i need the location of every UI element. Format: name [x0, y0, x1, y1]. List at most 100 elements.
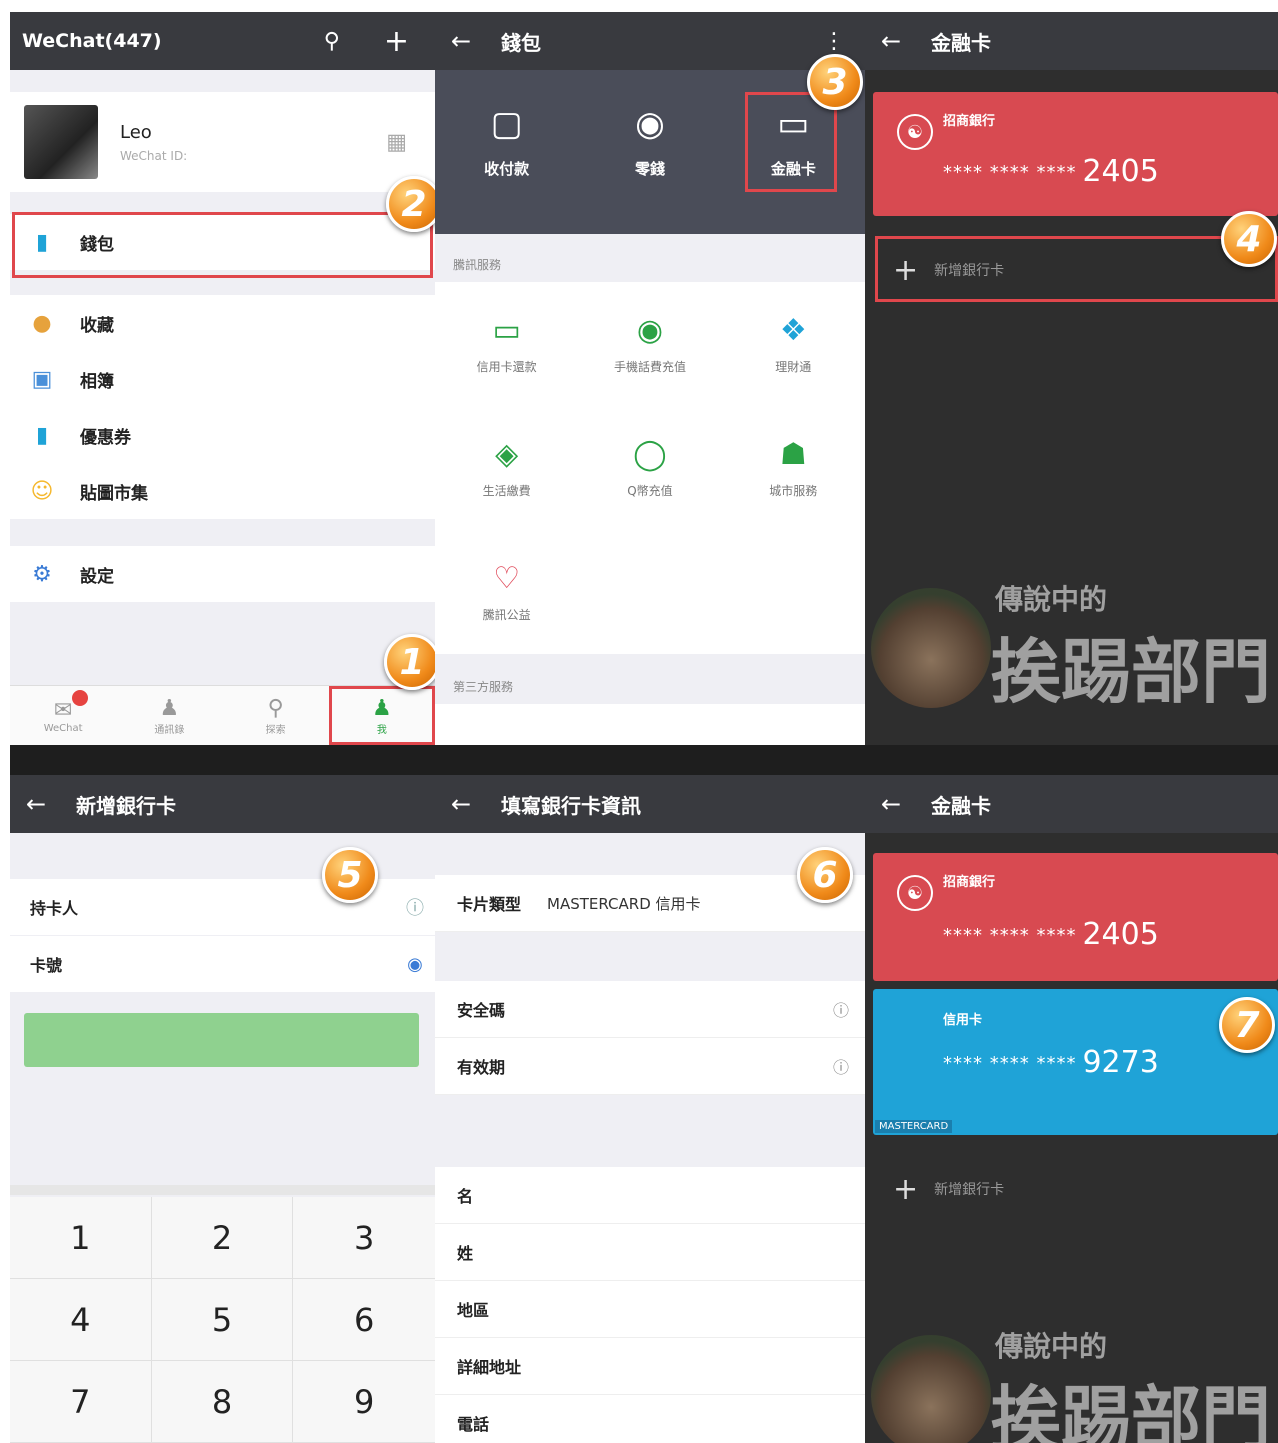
top-bar: ← 金融卡 — [865, 775, 1278, 833]
bank-logo-icon: ☯ — [897, 114, 933, 150]
masked-digits: **** **** **** — [943, 925, 1077, 946]
third-party-list — [435, 704, 865, 745]
back-arrow-icon[interactable]: ← — [26, 790, 48, 818]
service-city[interactable]: ☗ 城市服務 — [722, 406, 865, 530]
menu-item-coupon[interactable]: ▮ 優惠券 — [10, 407, 435, 463]
top-bar: ← 填寫銀行卡資訊 — [435, 775, 865, 833]
bank-name: 招商銀行 — [943, 114, 996, 129]
watermark: 傳說中的 挨踢部門 — [871, 568, 1271, 728]
highlight-box — [875, 236, 1278, 302]
service-label: 手機話費充值 — [613, 360, 686, 374]
menu-item-album[interactable]: ▣ 相簿 — [10, 351, 435, 407]
coupon-icon: ▮ — [35, 422, 49, 448]
add-bank-card-button[interactable]: + 新增銀行卡 — [875, 1159, 1278, 1219]
back-arrow-icon[interactable]: ← — [881, 27, 903, 55]
search-icon[interactable]: ⚲ — [324, 29, 340, 54]
charity-icon: ♡ — [493, 561, 521, 596]
key-4[interactable]: 4 — [10, 1279, 152, 1361]
key-9[interactable]: 9 — [293, 1361, 435, 1443]
card-info-screen: ← 填寫銀行卡資訊 卡片類型 MASTERCARD 信用卡 6 安全碼 ⓘ 有效… — [435, 745, 865, 1443]
number-keypad: 1 2 3 4 5 6 7 8 9 — [10, 1197, 435, 1443]
tab-discover[interactable]: ⚲ 探索 — [223, 686, 329, 745]
cvv-row[interactable]: 安全碼 ⓘ — [435, 981, 865, 1038]
info-icon[interactable]: ⓘ — [395, 894, 435, 920]
wallet-balance[interactable]: ◉ 零錢 — [578, 70, 721, 234]
service-qcoin[interactable]: ◯ Q幣充值 — [578, 406, 721, 530]
wallet-screen: ← 錢包 ⋮ ▢ 收付款 ◉ 零錢 ▭ 金融卡 3 騰訊服務 ▭ 信用卡還款 ◉ 手… — [435, 12, 865, 745]
info-icon[interactable]: ⓘ — [817, 1054, 865, 1078]
expiry-row[interactable]: 有效期 ⓘ — [435, 1038, 865, 1095]
profile-row[interactable]: Leo WeChat ID: ▦ — [10, 92, 435, 192]
card-number-row[interactable]: 卡號 ◉ — [10, 936, 435, 992]
more-icon[interactable]: ⋮ — [823, 29, 845, 54]
unread-dot — [72, 690, 88, 706]
menu-label: 相簿 — [80, 371, 114, 392]
section-title: 騰訊服務 — [453, 258, 502, 272]
qr-code-icon: ▦ — [386, 129, 407, 155]
watermark-logo — [871, 1335, 991, 1443]
highlight-box — [12, 212, 433, 278]
back-arrow-icon[interactable]: ← — [881, 790, 903, 818]
service-bills[interactable]: ◈ 生活繳費 — [435, 406, 578, 530]
chat-icon: ✉ — [53, 697, 73, 723]
menu-item-settings[interactable]: ⚙ 設定 — [10, 546, 435, 602]
plus-icon[interactable]: + — [384, 24, 409, 59]
service-finance[interactable]: ❖ 理財通 — [722, 282, 865, 406]
item-label: 收付款 — [484, 160, 530, 178]
menu-label: 收藏 — [80, 315, 114, 336]
card-number: **** **** **** 2405 — [943, 154, 1159, 189]
step-badge: 6 — [797, 847, 853, 903]
credit-card[interactable]: 信用卡 **** **** **** 9273 MASTERCARD — [873, 989, 1278, 1135]
key-2[interactable]: 2 — [151, 1197, 294, 1279]
key-1[interactable]: 1 — [10, 1197, 152, 1279]
bank-card[interactable]: ☯ 招商銀行 **** **** **** 2405 — [873, 92, 1278, 216]
tab-label: WeChat — [43, 722, 83, 734]
tab-chats[interactable]: ✉ WeChat — [10, 686, 116, 745]
plus-icon: + — [893, 1171, 919, 1207]
tab-me[interactable]: ♟ 我 — [328, 686, 435, 745]
service-phone-topup[interactable]: ◉ 手機話費充值 — [578, 282, 721, 406]
settings-icon: ⚙ — [32, 561, 52, 587]
coin-icon: ◉ — [635, 104, 665, 144]
top-bar: ← 錢包 ⋮ — [435, 12, 865, 70]
menu-item-stickers[interactable]: ☺ 貼圖市集 — [10, 463, 435, 519]
sticker-icon: ☺ — [30, 478, 54, 504]
first-name-row[interactable]: 名 — [435, 1167, 865, 1224]
watermark-line1: 傳說中的 — [995, 583, 1108, 616]
camera-icon[interactable]: ◉ — [395, 954, 435, 975]
menu-item-favorites[interactable]: ● 收藏 — [10, 295, 435, 351]
holder-label: 持卡人 — [30, 899, 79, 918]
watermark-line2: 挨踢部門 — [991, 1378, 1271, 1443]
phone-row[interactable]: 電話 — [435, 1395, 865, 1443]
page-title: 金融卡 — [931, 793, 991, 818]
key-5[interactable]: 5 — [151, 1279, 294, 1361]
service-credit-card-repay[interactable]: ▭ 信用卡還款 — [435, 282, 578, 406]
service-charity[interactable]: ♡ 騰訊公益 — [435, 530, 578, 654]
bank-card[interactable]: ☯ 招商銀行 **** **** **** 2405 — [873, 853, 1278, 981]
key-6[interactable]: 6 — [293, 1279, 435, 1361]
region-row[interactable]: 地區 — [435, 1281, 865, 1338]
wallet-pay-receive[interactable]: ▢ 收付款 — [435, 70, 578, 234]
tab-label: 通訊錄 — [154, 724, 185, 736]
services-grid: ▭ 信用卡還款 ◉ 手機話費充值 ❖ 理財通 ◈ 生活繳費 ◯ Q幣充值 ☗ 城市服務 ♡ 騰… — [435, 282, 865, 654]
tab-contacts[interactable]: ♟ 通訊錄 — [116, 686, 222, 745]
profile-name: Leo — [120, 121, 152, 143]
section-title: 第三方服務 — [453, 680, 514, 694]
last-name-row[interactable]: 姓 — [435, 1224, 865, 1281]
last-four: 9273 — [1082, 1045, 1159, 1080]
service-label: 城市服務 — [769, 484, 818, 498]
back-arrow-icon[interactable]: ← — [451, 790, 473, 818]
address-row[interactable]: 詳細地址 — [435, 1338, 865, 1395]
contacts-icon: ♟ — [159, 695, 180, 721]
card-brand: MASTERCARD — [875, 1120, 953, 1133]
key-7[interactable]: 7 — [10, 1361, 152, 1443]
step-badge: 5 — [322, 847, 378, 903]
back-arrow-icon[interactable]: ← — [451, 27, 473, 55]
key-3[interactable]: 3 — [293, 1197, 435, 1279]
key-8[interactable]: 8 — [151, 1361, 294, 1443]
discover-icon: ⚲ — [267, 695, 284, 721]
next-button[interactable] — [24, 1013, 419, 1067]
service-label: 信用卡還款 — [476, 360, 537, 374]
top-bar: ← 新增銀行卡 — [10, 775, 435, 833]
info-icon[interactable]: ⓘ — [817, 997, 865, 1021]
